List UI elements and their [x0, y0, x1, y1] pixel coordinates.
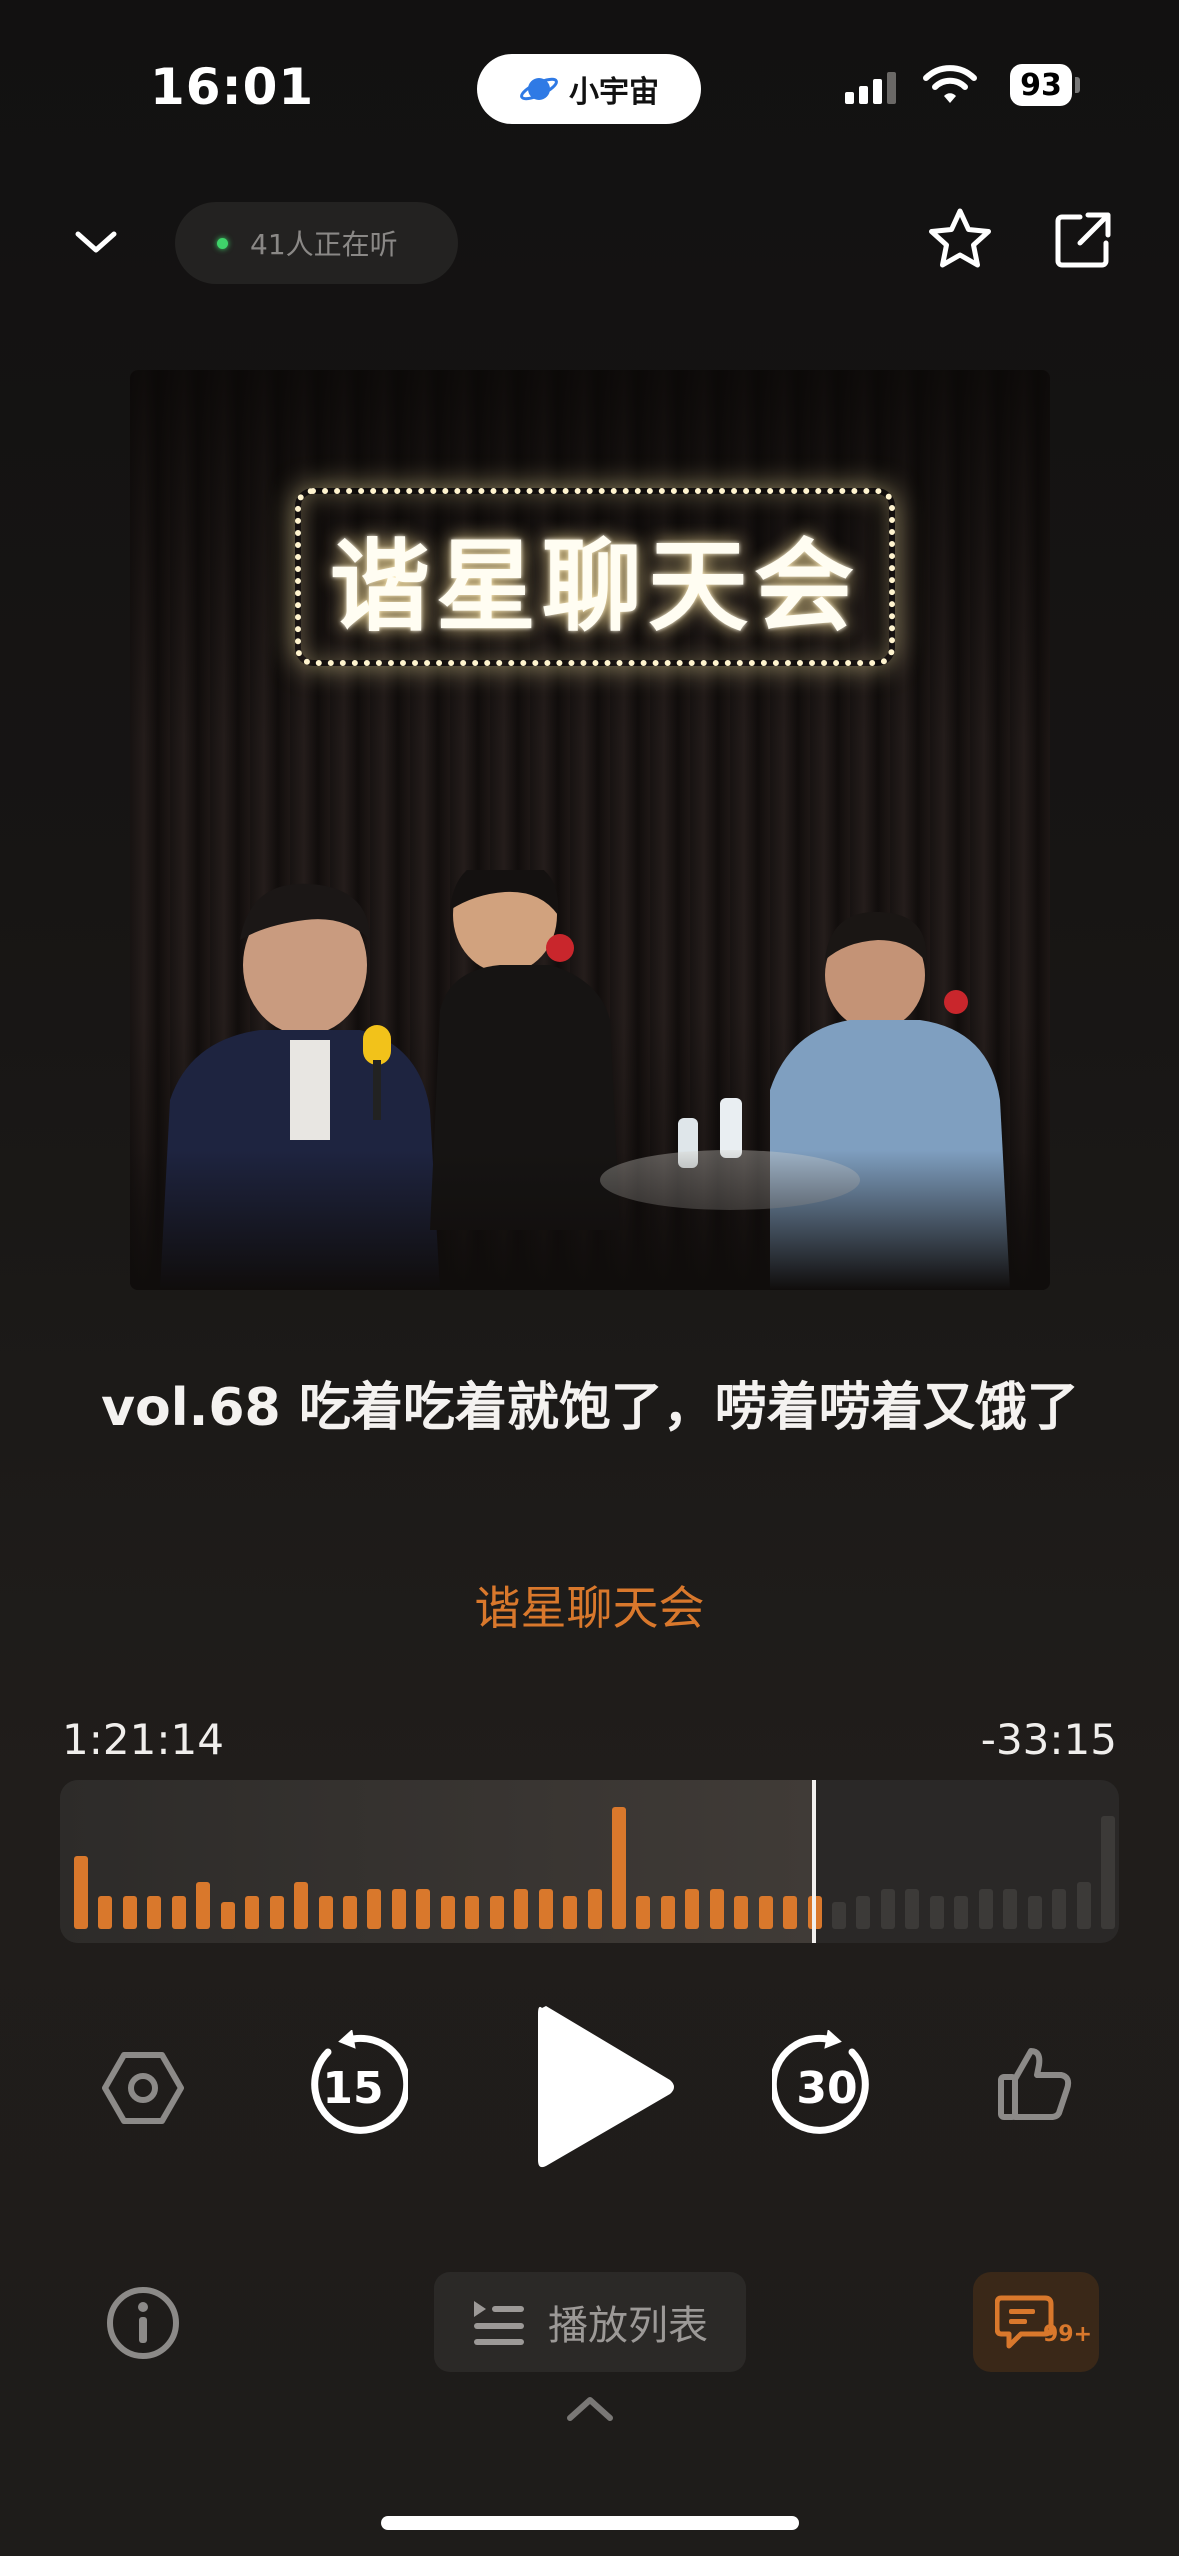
waveform-bar: [514, 1889, 528, 1929]
remaining-time: -33:15: [980, 1715, 1117, 1764]
episode-title: vol.68 吃着吃着就饱了，唠着唠着又饿了: [101, 1378, 1079, 1438]
waveform-bar: [294, 1882, 308, 1929]
waveform-bar: [1028, 1896, 1042, 1929]
waveform-bar: [563, 1896, 577, 1929]
play-icon: [538, 2006, 674, 2168]
waveform-bar: [856, 1896, 870, 1929]
waveform-bar: [905, 1889, 919, 1929]
app-pill-label: 小宇宙: [569, 75, 659, 110]
waveform-bar: [954, 1896, 968, 1929]
skip-forward-30-button[interactable]: 30: [772, 2030, 882, 2140]
waveform-bar: [147, 1896, 161, 1929]
waveform-bar: [270, 1896, 284, 1929]
waveform-bar: [734, 1896, 748, 1929]
waveform-scrubber[interactable]: [60, 1780, 1119, 1943]
wifi-icon: [922, 62, 978, 110]
skip-back-label: 15: [322, 2063, 384, 2114]
home-indicator: [381, 2516, 799, 2530]
cover-sign: 谐星聊天会: [295, 488, 895, 666]
waveform-bar: [441, 1896, 455, 1929]
live-listeners-pill: 41人正在听: [175, 202, 458, 284]
skip-forward-label: 30: [796, 2063, 858, 2114]
waveform-bar: [1003, 1889, 1017, 1929]
waveform-bar: [319, 1896, 333, 1929]
battery-tip: [1075, 77, 1080, 93]
waveform-bar: [98, 1896, 112, 1929]
waveform-bar: [1101, 1816, 1115, 1929]
playlist-label: 播放列表: [548, 2303, 708, 2349]
waveform-bar: [245, 1896, 259, 1929]
live-dot-icon: [217, 237, 228, 249]
waveform-bar: [123, 1896, 137, 1929]
waveform-bar: [392, 1889, 406, 1929]
listeners-count: 41人正在听: [250, 228, 398, 261]
planet-icon: [520, 77, 558, 101]
waveform-bar: [685, 1889, 699, 1929]
waveform-bar: [74, 1856, 88, 1929]
playback-settings-icon[interactable]: [102, 2047, 184, 2129]
waveform-bar: [1077, 1882, 1091, 1929]
expand-up-chevron-icon[interactable]: [564, 2392, 616, 2428]
waveform-bar: [979, 1889, 993, 1929]
collapse-chevron-icon[interactable]: [70, 222, 122, 266]
waveform-bar: [490, 1896, 504, 1929]
waveform-bar: [930, 1896, 944, 1929]
comments-count-badge: 99+: [1043, 2322, 1093, 2347]
playlist-icon: [474, 2301, 524, 2345]
waveform-bar: [612, 1807, 626, 1929]
waveform-bar: [221, 1902, 235, 1929]
waveform-bar: [196, 1882, 210, 1929]
waveform-bar: [1052, 1889, 1066, 1929]
waveform-bar: [759, 1896, 773, 1929]
info-icon[interactable]: [105, 2285, 181, 2365]
waveform-bar: [416, 1889, 430, 1929]
thumbs-up-icon[interactable]: [995, 2043, 1075, 2123]
status-time: 16:01: [150, 58, 315, 116]
waveform-bar: [636, 1896, 650, 1929]
waveform-bar: [832, 1902, 846, 1929]
app-pill[interactable]: 小宇宙: [477, 54, 701, 124]
playlist-button[interactable]: 播放列表: [434, 2272, 746, 2372]
star-icon[interactable]: [925, 205, 995, 279]
waveform-bar: [710, 1889, 724, 1929]
battery-indicator: 93: [1010, 64, 1072, 106]
waveform-bar: [588, 1889, 602, 1929]
waveform-bar: [881, 1889, 895, 1929]
comments-button[interactable]: 99+: [973, 2272, 1099, 2372]
share-icon[interactable]: [1050, 207, 1116, 277]
waveform-bar: [172, 1896, 186, 1929]
waveform-bar: [661, 1896, 675, 1929]
episode-cover-art: 谐星聊天会: [130, 370, 1050, 1290]
waveform-bar: [367, 1889, 381, 1929]
play-button[interactable]: [530, 1998, 680, 2176]
waveform-bar: [539, 1889, 553, 1929]
waveform-bar: [465, 1896, 479, 1929]
skip-back-15-button[interactable]: 15: [298, 2030, 408, 2140]
elapsed-time: 1:21:14: [62, 1715, 224, 1764]
playhead[interactable]: [812, 1780, 816, 1943]
cellular-signal-icon: [843, 70, 901, 110]
podcast-name-link[interactable]: 谐星聊天会: [0, 1572, 1179, 1638]
waveform-bar: [783, 1896, 797, 1929]
waveform-bar: [343, 1896, 357, 1929]
